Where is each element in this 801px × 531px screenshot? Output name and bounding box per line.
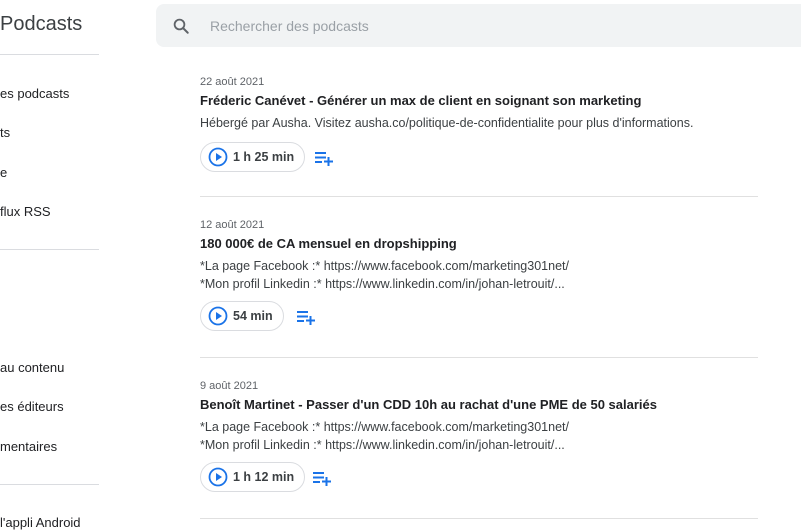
sidebar-item-2[interactable]: ts [0, 125, 10, 140]
sidebar: Podcasts es podcasts ts e flux RSS au co… [0, 0, 100, 531]
sidebar-divider [0, 484, 99, 485]
sidebar-item-rss[interactable]: flux RSS [0, 204, 51, 219]
add-to-queue-icon[interactable] [314, 149, 334, 167]
episode-divider [200, 196, 758, 197]
episode-item[interactable]: 22 août 2021 Fréderic Canévet - Générer … [200, 76, 758, 176]
episode-date: 22 août 2021 [200, 76, 265, 88]
sidebar-item-comments[interactable]: mentaires [0, 439, 57, 454]
episode-date: 9 août 2021 [200, 380, 259, 392]
episode-description-line: *La page Facebook :* https://www.faceboo… [200, 259, 569, 273]
play-button[interactable]: 1 h 25 min [200, 142, 306, 172]
episode-duration: 1 h 12 min [233, 470, 295, 484]
play-icon [208, 306, 228, 326]
sidebar-divider [0, 54, 99, 55]
sidebar-item-android-app[interactable]: l'appli Android [0, 515, 81, 530]
episode-duration: 1 h 25 min [233, 150, 295, 164]
search-input[interactable] [208, 15, 772, 37]
sidebar-item-content[interactable]: au contenu [0, 360, 64, 375]
episode-title[interactable]: Fréderic Canévet - Générer un max de cli… [200, 93, 758, 108]
episode-description: Hébergé par Ausha. Visitez ausha.co/poli… [200, 114, 758, 132]
episode-duration: 54 min [233, 309, 273, 323]
app-title: Podcasts [0, 13, 83, 35]
episode-description-line: Hébergé par Ausha. Visitez ausha.co/poli… [200, 116, 694, 130]
episode-item[interactable]: 12 août 2021 180 000€ de CA mensuel en d… [200, 219, 758, 335]
episode-description-line: *Mon profil Linkedin :* https://www.link… [200, 277, 565, 291]
episode-title[interactable]: 180 000€ de CA mensuel en dropshipping [200, 236, 758, 251]
sidebar-item-publishers[interactable]: es éditeurs [0, 399, 64, 414]
sidebar-item-3[interactable]: e [0, 165, 7, 180]
episode-divider [200, 357, 758, 358]
play-button[interactable]: 1 h 12 min [200, 462, 306, 492]
search-bar[interactable] [156, 4, 801, 47]
play-icon [208, 147, 228, 167]
play-button[interactable]: 54 min [200, 301, 284, 331]
add-to-queue-icon[interactable] [296, 308, 316, 326]
play-icon [208, 467, 228, 487]
sidebar-item-my-podcasts[interactable]: es podcasts [0, 86, 69, 101]
search-icon[interactable] [172, 17, 190, 35]
episode-divider [200, 518, 758, 519]
episode-description: *La page Facebook :* https://www.faceboo… [200, 418, 758, 454]
episode-description-line: *Mon profil Linkedin :* https://www.link… [200, 438, 565, 452]
episode-date: 12 août 2021 [200, 219, 265, 231]
episode-item[interactable]: 9 août 2021 Benoît Martinet - Passer d'u… [200, 380, 758, 496]
episode-description: *La page Facebook :* https://www.faceboo… [200, 257, 758, 293]
episode-description-line: *La page Facebook :* https://www.faceboo… [200, 420, 569, 434]
add-to-queue-icon[interactable] [312, 469, 332, 487]
sidebar-divider [0, 249, 99, 250]
episode-title[interactable]: Benoît Martinet - Passer d'un CDD 10h au… [200, 397, 758, 412]
